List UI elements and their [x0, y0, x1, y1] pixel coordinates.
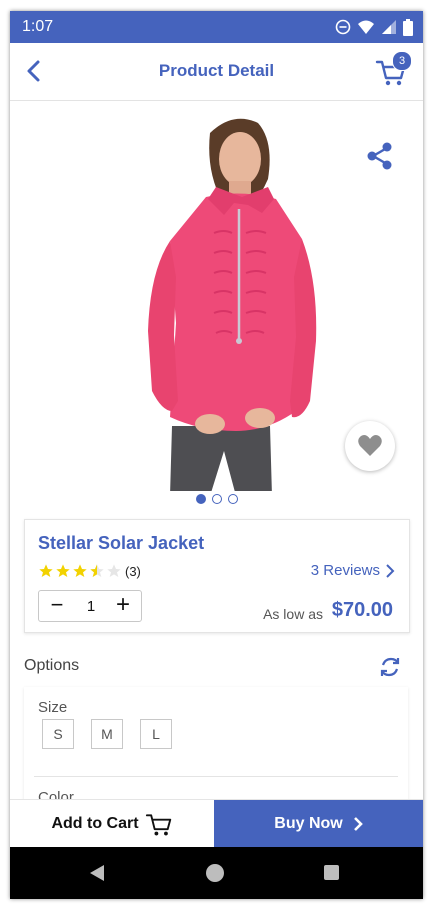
- status-icons: [335, 18, 413, 36]
- cart-icon: [145, 814, 171, 836]
- chevron-right-icon: [386, 563, 395, 578]
- product-name: Stellar Solar Jacket: [38, 533, 205, 553]
- nav-home-icon[interactable]: [206, 864, 224, 882]
- size-option-m[interactable]: M: [91, 719, 123, 749]
- nav-back-icon[interactable]: [88, 863, 108, 883]
- star-icon: [56, 564, 70, 577]
- status-bar: 1:07: [10, 11, 423, 43]
- carousel-indicator: [10, 494, 423, 504]
- heart-icon: [358, 435, 382, 456]
- add-to-cart-label: Add to Cart: [51, 815, 139, 832]
- star-icon: [73, 564, 87, 577]
- carousel-dot[interactable]: [227, 494, 238, 504]
- options-heading: Options: [24, 657, 80, 674]
- rating-count: (3): [125, 564, 141, 579]
- carousel-dot[interactable]: [195, 494, 206, 504]
- quantity-stepper: − 1 +: [38, 590, 142, 622]
- product-image-carousel[interactable]: [10, 101, 423, 511]
- buy-now-button[interactable]: Buy Now: [214, 800, 423, 848]
- add-to-cart-button[interactable]: Add to Cart: [10, 800, 214, 848]
- product-summary-card: Stellar Solar Jacket (3) 3 Reviews − 1 +…: [24, 519, 410, 633]
- quantity-value[interactable]: 1: [79, 598, 103, 615]
- chevron-right-icon: [353, 817, 363, 831]
- phone-screen: 1:07 Product Detail 3 Stellar Solar Jack…: [10, 11, 423, 899]
- app-bar: Product Detail 3: [10, 43, 423, 101]
- options-divider: [34, 776, 398, 777]
- do-not-disturb-icon: [335, 19, 351, 35]
- page-title: Product Detail: [158, 61, 275, 80]
- size-option-l[interactable]: L: [140, 719, 172, 749]
- increase-quantity-button[interactable]: +: [113, 593, 133, 617]
- star-rating: [38, 563, 122, 579]
- decrease-quantity-button[interactable]: −: [47, 594, 67, 618]
- reviews-link-label: 3 Reviews: [310, 562, 380, 579]
- wifi-icon: [358, 20, 374, 34]
- half-star-icon: [90, 564, 104, 577]
- status-time: 1:07: [22, 18, 54, 35]
- battery-icon: [403, 18, 413, 36]
- star-icon: [39, 564, 53, 577]
- empty-star-icon: [107, 564, 121, 577]
- refresh-icon[interactable]: [379, 656, 401, 678]
- nav-recents-icon[interactable]: [324, 865, 339, 880]
- bottom-action-bar: Add to Cart Buy Now: [10, 799, 423, 848]
- system-nav-bar: [10, 847, 423, 899]
- cart-count-badge: 3: [392, 51, 412, 71]
- size-option-s[interactable]: S: [42, 719, 74, 749]
- reviews-link[interactable]: 3 Reviews: [311, 562, 395, 579]
- carousel-dot[interactable]: [211, 494, 222, 504]
- size-label: Size: [38, 699, 68, 716]
- size-options: S M L: [42, 719, 172, 749]
- favorite-button[interactable]: [345, 421, 395, 471]
- product-price: $70.00: [331, 599, 393, 621]
- buy-now-label: Buy Now: [274, 815, 343, 832]
- signal-icon: [382, 20, 396, 34]
- price-prefix: As low as: [263, 606, 323, 622]
- share-icon[interactable]: [365, 141, 395, 171]
